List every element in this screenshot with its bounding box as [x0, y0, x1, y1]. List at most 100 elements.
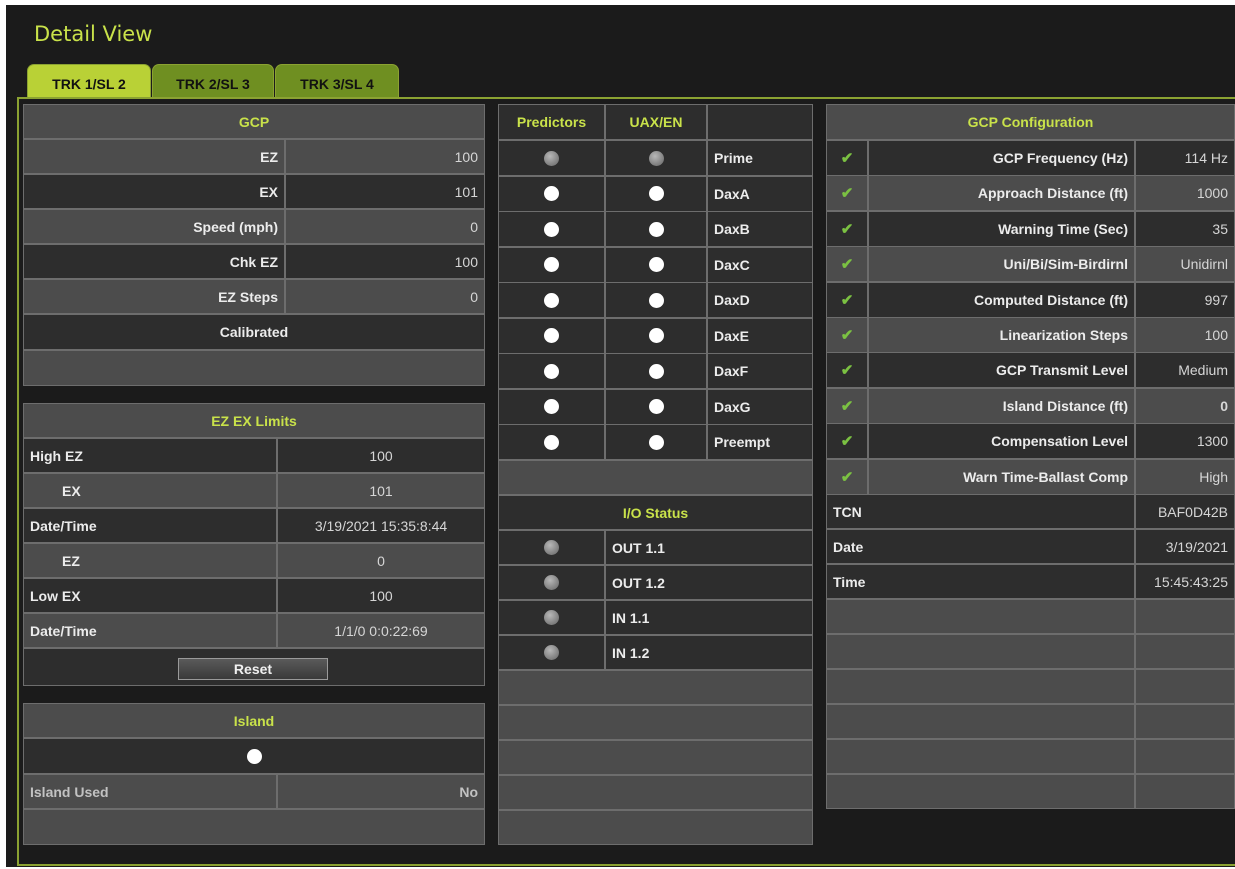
island-used-value: No [277, 774, 485, 809]
predictor-label-daxg: DaxG [707, 388, 813, 425]
config-check-cell: ✔ [826, 246, 868, 283]
config-check-cell: ✔ [826, 423, 868, 460]
check-icon: ✔ [840, 256, 854, 274]
config-empty-value [1135, 599, 1235, 634]
config-label-computed-distance-ft: Computed Distance (ft) [868, 281, 1135, 318]
limits-low-datetime-value: 1/1/0 0:0:22:69 [277, 613, 485, 648]
config-label-gcp-transmit-level: GCP Transmit Level [868, 352, 1135, 389]
predictor-indicator-cell [498, 388, 605, 425]
uax-indicator-cell [605, 353, 707, 389]
gray-indicator-icon [544, 575, 559, 590]
gray-indicator-icon [544, 540, 559, 555]
predictor-indicator-cell [498, 246, 605, 283]
config-empty-row [826, 704, 1135, 739]
io-indicator-cell [498, 600, 605, 635]
limits-header: EZ EX Limits [23, 403, 485, 438]
predictor-indicator-cell [498, 282, 605, 318]
config-label-compensation-level: Compensation Level [868, 423, 1135, 460]
white-indicator-icon [648, 363, 664, 379]
uax-indicator-cell [605, 424, 707, 460]
config-value-warn-time-ballast-comp: High [1135, 458, 1235, 495]
check-icon: ✔ [840, 327, 854, 344]
predictor-label-preempt: Preempt [707, 424, 813, 460]
predictor-label-daxa: DaxA [707, 175, 813, 212]
gcp-speed-label: Speed (mph) [23, 209, 285, 244]
config-check-cell: ✔ [826, 281, 868, 318]
predictor-indicator-cell [498, 317, 605, 354]
uax-indicator-cell [605, 246, 707, 283]
white-indicator-icon [648, 328, 664, 343]
io-empty-row [498, 810, 813, 845]
config-check-cell: ✔ [826, 210, 868, 247]
uax-indicator-cell [605, 175, 707, 212]
io-empty-row [498, 740, 813, 775]
predictor-label-prime: Prime [707, 140, 813, 176]
io-empty-row [498, 775, 813, 810]
config-header: GCP Configuration [826, 104, 1235, 140]
white-indicator-icon [648, 399, 664, 414]
white-indicator-icon [544, 257, 559, 272]
check-icon: ✔ [840, 291, 854, 309]
config-check-cell: ✔ [826, 387, 868, 424]
predictor-indicator-cell [498, 211, 605, 247]
check-icon: ✔ [840, 362, 854, 380]
uax-indicator-cell [605, 211, 707, 247]
config-empty-value [1135, 634, 1235, 669]
limits-low-ex-label: Low EX [23, 578, 277, 613]
info-label-date: Date [826, 529, 1135, 564]
predictor-label-daxe: DaxE [707, 317, 813, 354]
white-indicator-icon [544, 186, 559, 201]
io-indicator-cell [498, 635, 605, 670]
config-empty-value [1135, 669, 1235, 704]
predictor-label-daxf: DaxF [707, 353, 813, 389]
check-icon: ✔ [840, 220, 854, 238]
config-label-approach-distance-ft: Approach Distance (ft) [868, 175, 1135, 212]
gcp-chk-ez-value: 100 [285, 244, 485, 279]
island-used-label: Island Used [23, 774, 277, 809]
config-empty-row [826, 774, 1135, 809]
predictor-indicator-cell [498, 175, 605, 212]
page-title: Detail View [34, 22, 153, 46]
config-value-gcp-transmit-level: Medium [1135, 352, 1235, 389]
uax-indicator-cell [605, 140, 707, 176]
config-value-island-distance-ft: 0 [1135, 387, 1235, 424]
predictor-label-daxb: DaxB [707, 211, 813, 247]
white-indicator-icon [544, 221, 559, 237]
island-empty-row [23, 809, 485, 845]
config-empty-row [826, 739, 1135, 774]
io-indicator-cell [498, 565, 605, 600]
io-label-out-1-2: OUT 1.2 [605, 565, 813, 600]
predictors-header: Predictors [498, 104, 605, 140]
reset-button[interactable]: Reset [178, 658, 328, 680]
predictor-indicator-cell [498, 140, 605, 176]
white-indicator-icon [648, 257, 664, 272]
config-empty-value [1135, 739, 1235, 774]
io-label-out-1-1: OUT 1.1 [605, 530, 813, 565]
check-icon: ✔ [840, 397, 854, 415]
config-label-linearization-steps: Linearization Steps [868, 317, 1135, 353]
predictor-indicator-cell [498, 424, 605, 460]
uax-en-header: UAX/EN [605, 104, 707, 140]
gcp-ex-label: EX [23, 174, 285, 209]
info-label-time: Time [826, 564, 1135, 599]
white-indicator-icon [544, 328, 559, 343]
config-value-gcp-frequency-hz: 114 Hz [1135, 140, 1235, 176]
gcp-speed-value: 0 [285, 209, 485, 244]
limits-ez-label: EZ [23, 543, 277, 578]
gcp-ex-value: 101 [285, 174, 485, 209]
uax-indicator-cell [605, 317, 707, 354]
gray-indicator-icon [648, 150, 664, 166]
gcp-ez-steps-value: 0 [285, 279, 485, 314]
limits-ex-value: 101 [277, 473, 485, 508]
gcp-ez-label: EZ [23, 139, 285, 174]
white-indicator-icon [648, 186, 664, 201]
gcp-chk-ez-label: Chk EZ [23, 244, 285, 279]
io-indicator-cell [498, 530, 605, 565]
info-value-tcn: BAF0D42B [1135, 494, 1235, 529]
gcp-header: GCP [23, 104, 485, 139]
info-value-date: 3/19/2021 [1135, 529, 1235, 564]
config-check-cell: ✔ [826, 140, 868, 176]
info-value-time: 15:45:43:25 [1135, 564, 1235, 599]
predictor-label-daxd: DaxD [707, 282, 813, 318]
gcp-ez-steps-label: EZ Steps [23, 279, 285, 314]
